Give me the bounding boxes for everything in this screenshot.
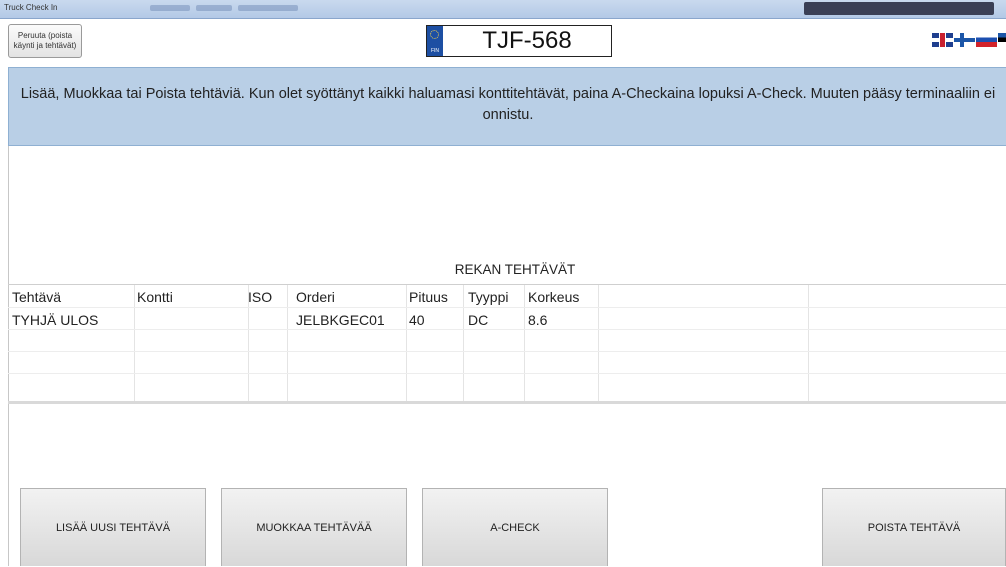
column-header-iso: ISO: [248, 289, 273, 305]
column-divider: [463, 285, 464, 401]
column-header-type: Tyyppi: [468, 289, 509, 305]
edit-task-button[interactable]: MUOKKAA TEHTÄVÄÄ: [221, 488, 407, 566]
column-divider: [134, 285, 135, 401]
column-header-container: Kontti: [137, 289, 173, 305]
window-title-bar: Truck Check In: [0, 0, 1006, 19]
eu-stars-icon: [430, 30, 439, 39]
a-check-button[interactable]: A-CHECK: [422, 488, 608, 566]
row-divider: [8, 351, 1006, 352]
tasks-title: REKAN TEHTÄVÄT: [454, 262, 576, 277]
column-header-order: Orderi: [296, 289, 335, 305]
column-divider: [287, 285, 288, 401]
row-divider: [8, 373, 1006, 374]
row-divider: [8, 329, 1006, 330]
russia-flag-icon[interactable]: [976, 33, 997, 47]
column-header-length: Pituus: [409, 289, 448, 305]
cell-task: TYHJÄ ULOS: [12, 312, 99, 328]
cancel-label-line2: käynti ja tehtävät): [13, 41, 77, 50]
estonia-flag-icon[interactable]: [998, 33, 1006, 47]
license-plate: FIN TJF-568: [426, 25, 612, 57]
cancel-visit-button[interactable]: Peruuta (poista käynti ja tehtävät): [8, 24, 82, 58]
row-divider: [8, 307, 1006, 308]
taskbar-item: [238, 5, 298, 11]
tasks-table: Tehtävä Kontti ISO Orderi Pituus Tyyppi …: [8, 284, 1006, 404]
window-title: Truck Check In: [4, 3, 58, 12]
taskbar-item: [150, 5, 190, 11]
finland-flag-icon[interactable]: [954, 33, 975, 47]
cell-order: JELBKGEC01: [296, 312, 385, 328]
column-divider: [524, 285, 525, 401]
column-divider: [808, 285, 809, 401]
language-selector: [931, 33, 1006, 47]
delete-task-button[interactable]: POISTA TEHTÄVÄ: [822, 488, 1006, 566]
plate-country-code: FIN: [430, 48, 440, 54]
cancel-label-line1: Peruuta (poista: [17, 31, 73, 40]
instruction-text: Lisää, Muokkaa tai Poista tehtäviä. Kun …: [20, 86, 996, 123]
column-header-height: Korkeus: [528, 289, 580, 305]
instruction-banner: Lisää, Muokkaa tai Poista tehtäviä. Kun …: [8, 67, 1006, 146]
column-header-task: Tehtävä: [12, 289, 62, 305]
uk-flag-icon[interactable]: [932, 33, 953, 47]
cell-length: 40: [409, 312, 425, 328]
column-divider: [406, 285, 407, 401]
plate-number: TJF-568: [482, 27, 572, 54]
add-task-button[interactable]: LISÄÄ UUSI TEHTÄVÄ: [20, 488, 206, 566]
cell-height: 8.6: [528, 312, 548, 328]
eu-flag-icon: FIN: [427, 26, 443, 56]
cell-type: DC: [468, 312, 489, 328]
system-tray: [804, 2, 994, 15]
column-divider: [598, 285, 599, 401]
taskbar-item: [196, 5, 232, 11]
